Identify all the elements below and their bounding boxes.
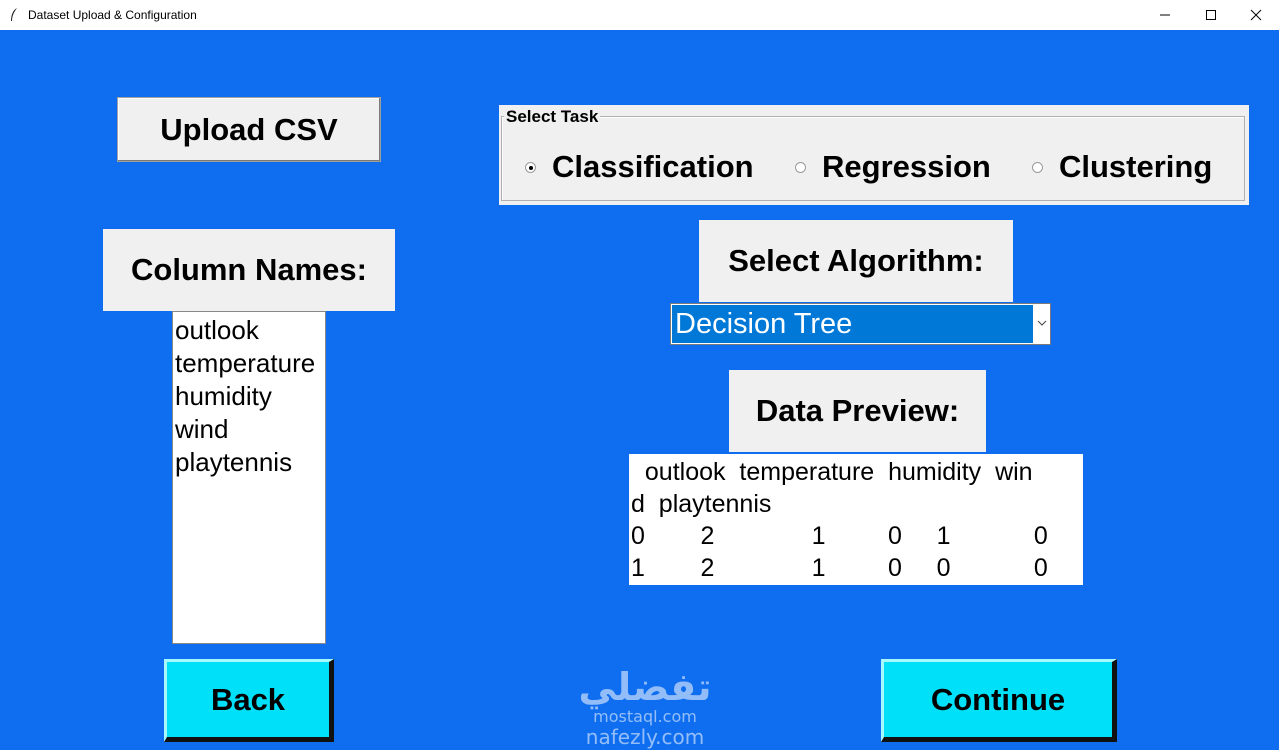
list-item[interactable]: playtennis	[175, 446, 325, 479]
algorithm-selected-value[interactable]: Decision Tree	[672, 305, 1033, 343]
radio-label[interactable]: Regression	[822, 149, 991, 185]
watermark-nafezly: nafezly.com	[586, 725, 704, 749]
select-algorithm-label: Select Algorithm:	[699, 220, 1013, 302]
close-button[interactable]	[1233, 0, 1279, 30]
preview-line: d playtennis	[631, 490, 772, 518]
preview-line: outlook temperature humidity win	[631, 458, 1033, 486]
watermark-arabic: تفضلي	[578, 665, 711, 709]
watermark-logo: تفضلي mostaql.com nafezly.com	[578, 665, 711, 749]
continue-button[interactable]: Continue	[881, 659, 1117, 742]
feather-icon	[11, 8, 17, 21]
list-item[interactable]: wind	[175, 413, 325, 446]
maximize-button[interactable]	[1188, 0, 1234, 30]
radio-unchecked-icon[interactable]	[795, 161, 806, 173]
data-preview-label: Data Preview:	[729, 370, 986, 452]
window-title: Dataset Upload & Configuration	[28, 8, 197, 22]
preview-line: 1 2 1 0 0 0	[631, 554, 1048, 582]
radio-label[interactable]: Classification	[552, 149, 754, 185]
radio-label[interactable]: Clustering	[1059, 149, 1212, 185]
radio-classification[interactable]: Classification	[525, 147, 754, 187]
close-icon	[1250, 9, 1262, 21]
title-bar: Dataset Upload & Configuration	[0, 0, 1279, 30]
list-item[interactable]: outlook	[175, 314, 325, 347]
radio-unchecked-icon[interactable]	[1032, 161, 1043, 173]
preview-line: 0 2 1 0 1 0	[631, 522, 1048, 550]
data-preview-text[interactable]: outlook temperature humidity win d playt…	[629, 454, 1083, 585]
algorithm-combobox[interactable]: Decision Tree	[670, 303, 1051, 345]
watermark-mostaql: mostaql.com	[593, 707, 697, 726]
chevron-down-icon[interactable]	[1036, 317, 1048, 329]
list-item[interactable]: humidity	[175, 380, 325, 413]
maximize-icon	[1206, 10, 1216, 20]
back-button[interactable]: Back	[164, 659, 334, 742]
radio-checked-icon[interactable]	[525, 161, 536, 173]
radio-clustering[interactable]: Clustering	[1032, 147, 1212, 187]
select-task-frame: Select Task Classification Regression Cl…	[499, 105, 1249, 205]
minimize-button[interactable]	[1142, 0, 1188, 30]
list-item[interactable]: temperature	[175, 347, 325, 380]
column-names-label: Column Names:	[103, 229, 395, 311]
select-task-legend: Select Task	[504, 107, 601, 127]
minimize-icon	[1160, 14, 1170, 16]
radio-regression[interactable]: Regression	[795, 147, 991, 187]
column-names-listbox[interactable]: outlook temperature humidity wind playte…	[172, 311, 326, 644]
upload-csv-button[interactable]: Upload CSV	[117, 97, 381, 162]
